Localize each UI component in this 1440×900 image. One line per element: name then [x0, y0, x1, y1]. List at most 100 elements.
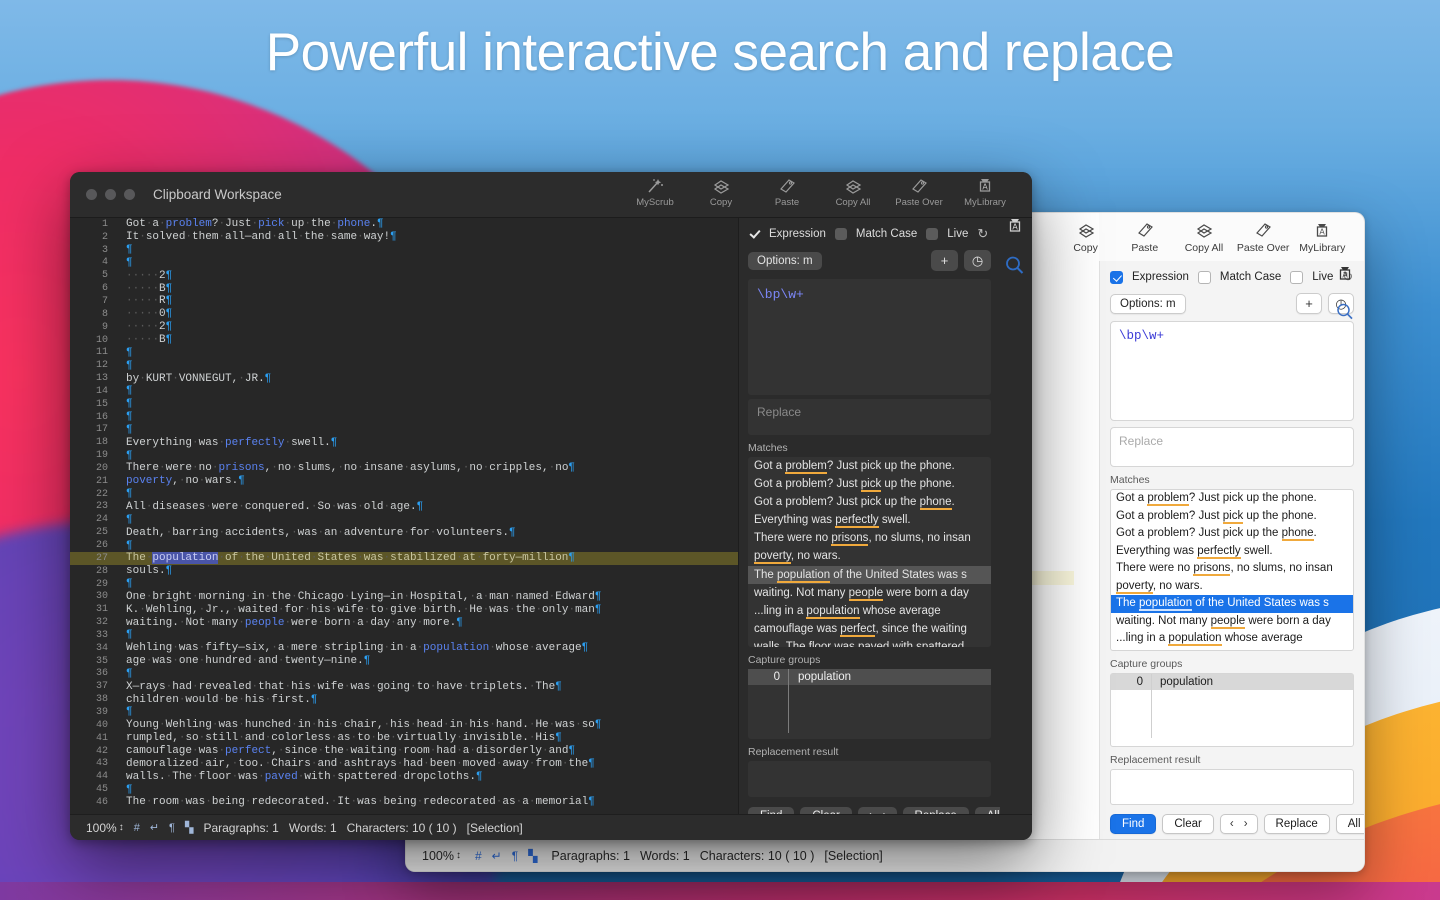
match-row[interactable]: There were no prisons, no slums, no insa… [748, 529, 991, 547]
match-row[interactable]: Got a problem? Just pick up the phone. [748, 475, 991, 493]
options-button[interactable]: Options: m [1110, 294, 1186, 314]
clock-icon[interactable]: ◷ [964, 250, 991, 271]
refresh-icon[interactable]: ↻ [977, 226, 988, 242]
light-matches-list[interactable]: Got a problem? Just pick up the phone. Go… [1110, 489, 1354, 651]
match-row[interactable]: waiting. Not many people were born a day [748, 584, 991, 602]
replace-all-button[interactable]: All [1336, 814, 1365, 834]
editor-line[interactable]: 20There·were·no·prisons,·no·slums,·no·in… [70, 462, 738, 475]
return-icon[interactable]: ↵ [492, 849, 502, 863]
editor-line[interactable]: 11¶ [70, 346, 738, 359]
match-row[interactable]: poverty, no wars. [748, 547, 991, 565]
editor-line[interactable]: 15¶ [70, 398, 738, 411]
editor-line[interactable]: 9·····2¶ [70, 321, 738, 334]
light-replace-input[interactable]: Replace [1110, 427, 1354, 467]
match-row[interactable]: The population of the United States was … [1111, 595, 1353, 613]
stepper-updown-icon[interactable]: ↕ [456, 851, 461, 861]
editor-line[interactable]: 8·····0¶ [70, 308, 738, 321]
dark-clipboard-window[interactable]: Clipboard Workspace MyScrub Copy Paste [70, 172, 1032, 840]
match-row[interactable]: Everything was perfectly swell. [748, 511, 991, 529]
editor-line[interactable]: 33¶ [70, 629, 738, 642]
editor-line[interactable]: 17¶ [70, 424, 738, 437]
pilcrow-icon[interactable]: ¶ [512, 849, 518, 863]
dark-editor-area[interactable]: 1Got·a·problem?·Just·pick·up·the·phone.¶… [70, 218, 738, 814]
light-search-input[interactable]: \bp\w+ [1110, 321, 1354, 421]
dark-search-input[interactable]: \bp\w+ [748, 279, 991, 395]
editor-line[interactable]: 27The·population·of·the·United·States·wa… [70, 552, 738, 565]
light-capture-groups-table[interactable]: 0population [1110, 673, 1354, 747]
options-button[interactable]: Options: m [748, 252, 822, 270]
live-checkbox[interactable] [926, 228, 938, 240]
prev-match-button[interactable]: ‹ [1230, 818, 1234, 830]
editor-line[interactable]: 35age·was·one·hundred·and·twenty—nine.¶ [70, 655, 738, 668]
match-row[interactable]: camouflage was perfect, since the waitin… [1111, 648, 1353, 651]
toolbar-button-paste-over[interactable]: Paste Over [886, 176, 952, 208]
toolbar-button-paste-over[interactable]: Paste Over [1234, 220, 1292, 254]
editor-line[interactable]: 36¶ [70, 668, 738, 681]
editor-line[interactable]: 31K.·Wehling,·Jr.,·waited·for·his·wife·t… [70, 603, 738, 616]
minimize-button[interactable] [105, 189, 116, 200]
window-traffic-lights[interactable] [86, 189, 135, 200]
match-row[interactable]: poverty, no wars. [1111, 578, 1353, 596]
toolbar-button-myscrub[interactable]: MyScrub [622, 176, 688, 208]
match-row[interactable]: Everything was perfectly swell. [1111, 543, 1353, 561]
search-magnifier-icon[interactable] [1004, 255, 1026, 282]
editor-line[interactable]: 12¶ [70, 359, 738, 372]
match-row[interactable]: ...ling in a population whose average [1111, 630, 1353, 648]
editor-line[interactable]: 32waiting.·Not·many·people·were·born·a·d… [70, 616, 738, 629]
toolbar-button-mylibrary[interactable]: A MyLibrary [952, 176, 1018, 208]
match-row[interactable]: ...ling in a population whose average [748, 602, 991, 620]
editor-line[interactable]: 46The·room·was·being·redecorated.·It·was… [70, 796, 738, 809]
editor-line[interactable]: 34Wehling·was·fifty—six,·a·mere·striplin… [70, 642, 738, 655]
live-checkbox[interactable] [1290, 271, 1303, 284]
library-box-icon[interactable]: A [1335, 265, 1355, 290]
editor-line[interactable]: 13by·KURT·VONNEGUT,·JR.¶ [70, 372, 738, 385]
editor-line[interactable]: 2It·solved·them·all—and·all·the·same·way… [70, 231, 738, 244]
add-pattern-button[interactable]: + [931, 250, 958, 271]
match-row[interactable]: The population of the United States was … [748, 566, 991, 584]
match-row[interactable]: camouflage was perfect, since the waitin… [748, 620, 991, 638]
prev-next-buttons[interactable]: ‹ › [1220, 814, 1258, 834]
hash-icon[interactable]: # [134, 822, 140, 834]
editor-line[interactable]: 7·····R¶ [70, 295, 738, 308]
match-row[interactable]: There were no prisons, no slums, no insa… [1111, 560, 1353, 578]
clear-button[interactable]: Clear [1162, 814, 1213, 834]
add-pattern-button[interactable]: + [1296, 293, 1322, 314]
editor-line[interactable]: 16¶ [70, 411, 738, 424]
capture-group-row[interactable]: 0population [1111, 674, 1353, 690]
editor-line[interactable]: 38children·would·be·his·first.¶ [70, 693, 738, 706]
editor-line[interactable]: 45¶ [70, 783, 738, 796]
editor-line[interactable]: 5·····2¶ [70, 269, 738, 282]
toolbar-button-copy[interactable]: Copy [1057, 220, 1115, 254]
editor-code-lines[interactable]: 1Got·a·problem?·Just·pick·up·the·phone.¶… [70, 218, 738, 814]
return-icon[interactable]: ↵ [150, 821, 159, 834]
editor-line[interactable]: 28souls.¶ [70, 565, 738, 578]
match-row[interactable]: walls. The floor was paved with spattere… [748, 638, 991, 647]
match-row[interactable]: Got a problem? Just pick up the phone. [1111, 525, 1353, 543]
stats-bars-icon[interactable]: ▚ [185, 821, 193, 834]
match-case-checkbox[interactable] [835, 228, 847, 240]
editor-line[interactable]: 43demoralized·air,·too.·Chairs·and·ashtr… [70, 757, 738, 770]
match-row[interactable]: Got a problem? Just pick up the phone. [1111, 490, 1353, 508]
editor-line[interactable]: 41rumpled,·so·still·and·colorless·as·to·… [70, 732, 738, 745]
replace-button[interactable]: Replace [1264, 814, 1330, 834]
dark-matches-list[interactable]: Got a problem? Just pick up the phone.Go… [748, 457, 991, 647]
find-button[interactable]: Find [1110, 814, 1156, 834]
expression-checkbox[interactable] [748, 228, 760, 240]
editor-line[interactable]: 30One·bright·morning·in·the·Chicago·Lyin… [70, 590, 738, 603]
next-match-button[interactable]: › [1244, 818, 1248, 830]
editor-line[interactable]: 39¶ [70, 706, 738, 719]
zoom-level[interactable]: 100% ↕ [422, 849, 461, 863]
toolbar-button-copy-all[interactable]: Copy All [820, 176, 886, 208]
match-row[interactable]: waiting. Not many people were born a day [1111, 613, 1353, 631]
editor-line[interactable]: 19¶ [70, 449, 738, 462]
pilcrow-icon[interactable]: ¶ [169, 822, 175, 834]
editor-line[interactable]: 42camouflage·was·perfect,·since·the·wait… [70, 745, 738, 758]
editor-line[interactable]: 29¶ [70, 578, 738, 591]
editor-line[interactable]: 18Everything·was·perfectly·swell.¶ [70, 436, 738, 449]
editor-line[interactable]: 24¶ [70, 513, 738, 526]
editor-line[interactable]: 21poverty,·no·wars.¶ [70, 475, 738, 488]
editor-line[interactable]: 40Young·Wehling·was·hunched·in·his·chair… [70, 719, 738, 732]
stats-bars-icon[interactable]: ▚ [528, 849, 537, 863]
capture-group-row[interactable]: 0population [748, 669, 991, 685]
match-row[interactable]: Got a problem? Just pick up the phone. [748, 457, 991, 475]
